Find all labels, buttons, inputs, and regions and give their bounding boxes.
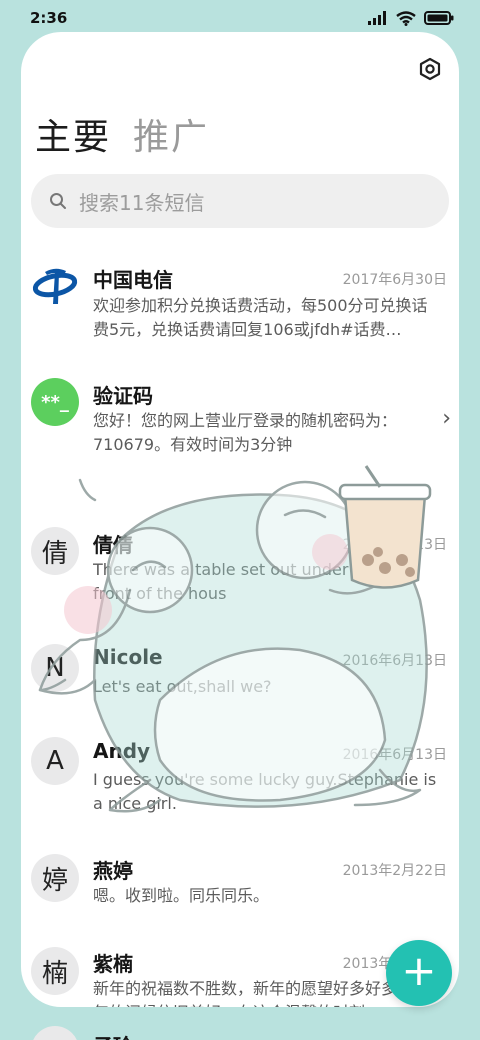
message-date: 2016年6月13日 [342, 653, 447, 669]
message-preview: Let's eat out,shall we? [93, 677, 272, 696]
verification-code-avatar: **_ [31, 378, 79, 426]
status-icons [368, 10, 454, 26]
battery-icon [424, 11, 454, 25]
wifi-icon [396, 10, 416, 26]
sender-name: 中国电信 [93, 268, 173, 292]
search-placeholder: 搜索11条短信 [79, 190, 205, 215]
status-bar: 2:36 [0, 0, 480, 36]
message-preview: There was a table set out under a tree i… [93, 560, 421, 603]
sender-name: Andy [93, 739, 151, 763]
message-preview: 欢迎参加积分兑换话费活动，每500分可兑换话费5元，兑换话费请回复106或jfd… [93, 296, 428, 339]
avatar [31, 1026, 79, 1040]
message-date: 2017年6月30日 [342, 272, 447, 288]
sender-name: 验证码 [93, 384, 153, 408]
message-item-peek: 子玲 [0, 1006, 480, 1040]
messages-card: 主要 推广 搜索11条短信 中国电信 2017年6月30日 欢迎参加积分兑换话费… [21, 32, 459, 1007]
sender-name: Nicole [93, 645, 163, 669]
new-message-button[interactable]: + [386, 940, 452, 1006]
settings-button[interactable] [417, 56, 443, 82]
avatar: N [31, 644, 79, 692]
avatar: 楠 [31, 947, 79, 995]
tab-primary[interactable]: 主要 [35, 108, 111, 160]
tab-bar: 主要 推广 [35, 108, 209, 160]
message-date: 2016年6月13日 [342, 537, 447, 553]
avatar: 婷 [31, 854, 79, 902]
chevron-right-icon: › [442, 406, 451, 431]
search-bar[interactable]: 搜索11条短信 [31, 174, 449, 228]
tab-promotions[interactable]: 推广 [133, 108, 209, 160]
avatar: 倩 [31, 527, 79, 575]
sender-name: 燕婷 [93, 859, 133, 883]
message-date: 2016年6月13日 [342, 747, 447, 763]
sender-name: 倩倩 [93, 533, 133, 557]
sender-name: 紫楠 [93, 952, 133, 976]
search-icon [50, 193, 66, 209]
message-date: 2013年2月22日 [342, 863, 447, 879]
message-preview: 嗯。收到啦。同乐同乐。 [93, 886, 270, 905]
message-preview: 您好！您的网上营业厅登录的随机密码为：710679。有效时间为3分钟 [93, 411, 398, 454]
sender-name: 子玲 [93, 1030, 133, 1040]
message-preview: I guess you're some lucky guy.Stephanie … [93, 770, 437, 813]
status-time: 2:36 [30, 9, 68, 27]
signal-icon [368, 11, 386, 25]
china-telecom-logo-icon [31, 260, 79, 308]
avatar: A [31, 737, 79, 785]
settings-icon [419, 57, 441, 81]
